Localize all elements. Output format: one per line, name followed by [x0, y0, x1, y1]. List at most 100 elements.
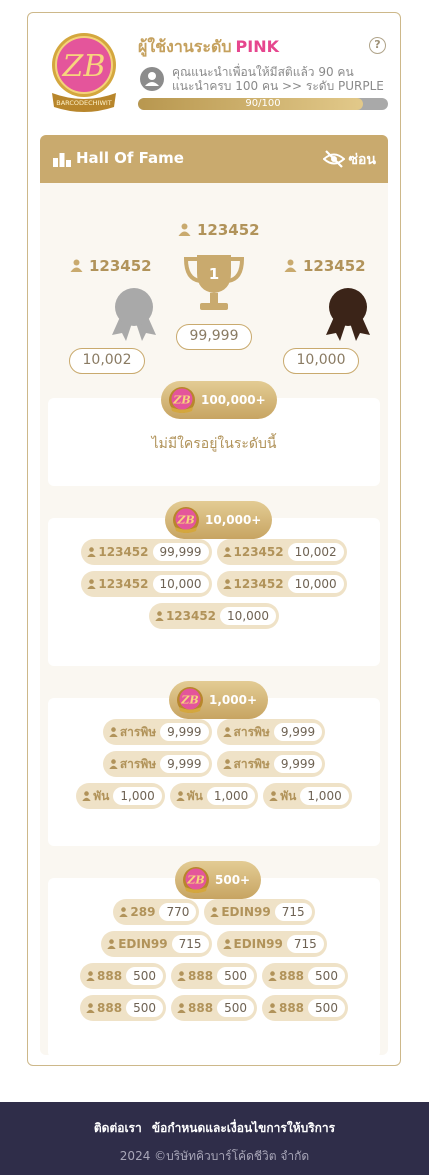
chip-value: 770 [159, 903, 197, 921]
tier-badge: ZB 10,000+ [165, 501, 273, 539]
help-icon[interactable]: ? [369, 37, 386, 54]
tier-box: 123452 99,999 123452 10,002 123452 10,000 1234… [48, 518, 380, 666]
user-icon [109, 759, 118, 769]
user-icon [107, 939, 116, 949]
trophy-icon: 1 [183, 255, 245, 310]
hall-of-fame-title: Hall Of Fame [76, 149, 184, 167]
referral-info: คุณแนะนำเพื่อนให้มีสติแล้ว 90 คน แนะนำคร… [172, 65, 398, 93]
chip-value: 9,999 [273, 723, 323, 741]
user-icon [70, 259, 83, 272]
empty-tier-message: ไม่มีใครอยู่ในระดับนี้ [151, 436, 277, 452]
user-chip: พัน 1,000 [76, 783, 165, 809]
user-icon [269, 791, 278, 801]
user-chip: 123452 10,000 [148, 603, 280, 629]
user-icon [87, 579, 97, 589]
chip-value: 10,002 [287, 543, 344, 561]
chip-value: 10,000 [287, 575, 344, 593]
user-chip: 888 500 [80, 963, 167, 989]
user-icon [86, 1003, 95, 1013]
user-chip: พัน 1,000 [263, 783, 352, 809]
user-chip: สารพิษ 9,999 [102, 751, 212, 777]
user-icon [222, 727, 232, 737]
user-chip: พัน 1,000 [169, 783, 259, 809]
user-level-title: ผู้ใช้งานระดับ PINK [138, 35, 279, 60]
chip-name: 123452 [233, 545, 284, 559]
chip-value: 9,999 [160, 723, 209, 741]
silver-medal-icon [112, 288, 156, 341]
user-chip: 289 770 [113, 899, 200, 925]
brand-logo: ZB BARCODECHIWIT [52, 33, 116, 112]
chip-row: สารพิษ 9,999 สารพิษ 9,999 [48, 719, 380, 745]
user-chip: สารพิษ 9,999 [216, 719, 326, 745]
hall-of-fame-header: Hall Of Fame ซ่อน [40, 135, 388, 183]
user-icon [176, 791, 185, 801]
chip-row: 888 500 888 500 888 500 [48, 963, 380, 989]
chip-value: 500 [308, 999, 345, 1017]
user-icon [222, 579, 232, 589]
chip-name: 888 [188, 969, 214, 983]
podium-second-value: 10,002 [69, 348, 145, 374]
tier-badge-label: 1,000+ [209, 693, 258, 707]
tier-badge: ZB 1,000+ [169, 681, 269, 719]
user-chip: 888 500 [171, 963, 257, 989]
contact-link[interactable]: ติดต่อเรา [94, 1121, 142, 1135]
chip-value: 1,000 [300, 787, 349, 805]
chip-name: 888 [97, 1001, 123, 1015]
level-prefix: ผู้ใช้งานระดับ [138, 37, 232, 56]
user-chip: 123452 10,002 [216, 539, 347, 565]
chip-name: พัน [280, 788, 297, 803]
chip-value: 500 [308, 967, 345, 985]
hide-button[interactable]: ซ่อน [322, 149, 376, 169]
user-icon [222, 759, 232, 769]
chip-value: 1,000 [206, 787, 256, 805]
tier-badge-label: 500+ [215, 873, 251, 887]
svg-text:ZB: ZB [176, 514, 194, 527]
referral-progress-bar: 90/100 [138, 98, 388, 110]
user-icon [222, 939, 232, 949]
user-icon [109, 727, 118, 737]
terms-link[interactable]: ข้อกำหนดและเงื่อนไขการให้บริการ [152, 1121, 335, 1135]
chip-row: 123452 10,000 123452 10,000 [48, 571, 380, 597]
user-icon [284, 259, 297, 272]
chip-name: พัน [186, 788, 203, 803]
user-chip: 123452 10,000 [81, 571, 212, 597]
page-footer: ติดต่อเรา ข้อกำหนดและเงื่อนไขการให้บริกา… [0, 1102, 429, 1175]
svg-text:1: 1 [209, 265, 219, 283]
user-chip: 123452 10,000 [216, 571, 347, 597]
membership-card: ZB BARCODECHIWIT ผู้ใช้งานระดับ PINK ? คุ… [27, 12, 401, 1066]
user-icon [210, 907, 220, 917]
tier-box: 289 770 EDIN99 715 EDIN99 715 EDIN99 715 888 500 8… [48, 878, 380, 1055]
tier-logo-icon: ZB [183, 867, 209, 893]
chip-row: 289 770 EDIN99 715 [48, 899, 380, 925]
bronze-medal-icon [326, 288, 370, 341]
user-icon [177, 971, 186, 981]
svg-text:ZB: ZB [180, 694, 198, 707]
chip-value: 715 [274, 903, 312, 921]
user-icon [87, 547, 97, 557]
tier-logo-icon: ZB [169, 387, 195, 413]
chip-name: 888 [97, 969, 123, 983]
svg-text:BARCODECHIWIT: BARCODECHIWIT [56, 99, 112, 107]
hide-label: ซ่อน [348, 152, 376, 168]
user-icon [155, 611, 164, 621]
chip-name: EDIN99 [118, 937, 168, 951]
chip-value: 1,000 [113, 787, 162, 805]
chip-value: 10,000 [220, 607, 277, 625]
user-icon [86, 971, 95, 981]
chip-row: 888 500 888 500 888 500 [48, 995, 380, 1021]
chip-value: 9,999 [160, 755, 209, 773]
podium-first-name: 123452 [178, 221, 260, 239]
user-icon [177, 1003, 186, 1013]
chip-value: 715 [286, 935, 324, 953]
progress-label: 90/100 [245, 98, 281, 109]
user-chip: 888 500 [261, 995, 348, 1021]
chip-value: 9,999 [273, 755, 323, 773]
level-name: PINK [235, 37, 279, 56]
copyright-text: 2024 ©บริษัทคิวบาร์โค้ดชีวิต จำกัด [119, 1149, 310, 1163]
chip-name: EDIN99 [221, 905, 271, 919]
chip-name: 888 [278, 1001, 305, 1015]
user-chip: 123452 99,999 [81, 539, 212, 565]
podium-third-name: 123452 [284, 257, 366, 275]
user-chip: สารพิษ 9,999 [216, 751, 326, 777]
tier-badge-label: 10,000+ [205, 513, 262, 527]
